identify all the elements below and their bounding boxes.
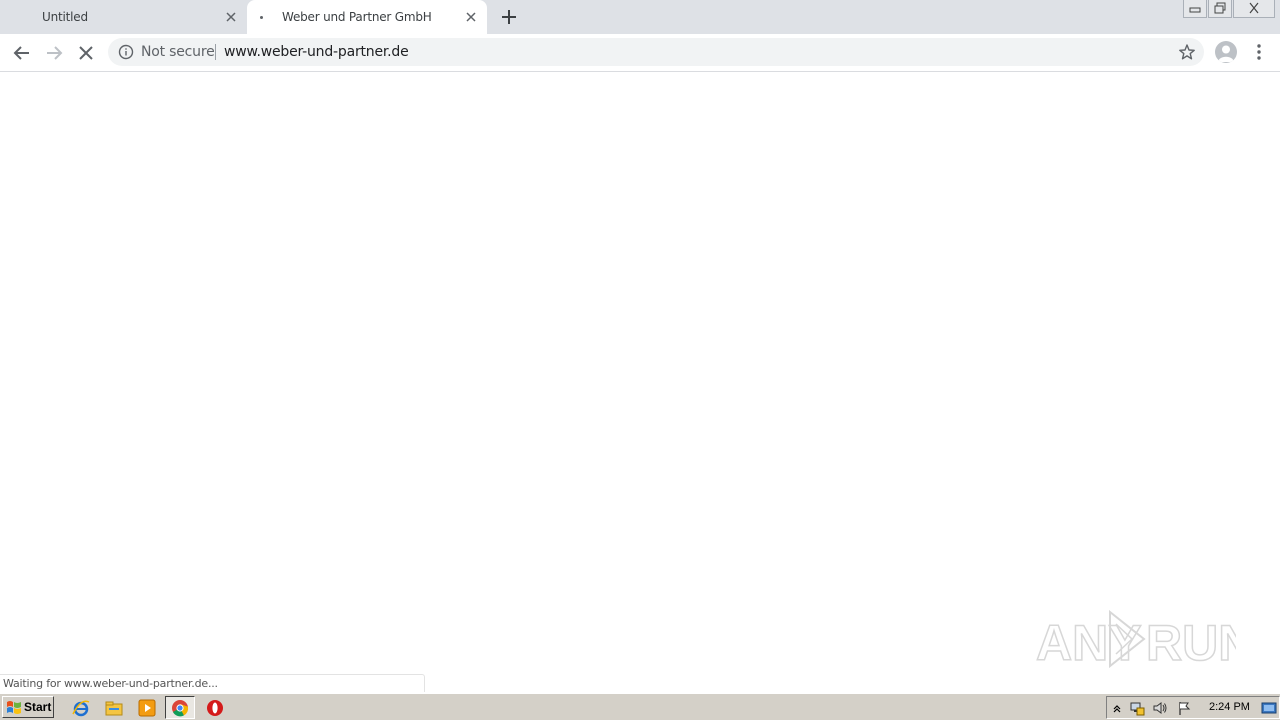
chrome-icon: [172, 700, 189, 717]
show-hidden-icons-icon[interactable]: [1109, 700, 1125, 716]
tab-close-icon[interactable]: [223, 9, 239, 25]
anyrun-watermark: ANY RUN: [1035, 606, 1255, 672]
more-vertical-icon: [1257, 44, 1261, 60]
system-tray: 2:24 PM: [1106, 696, 1280, 719]
info-icon[interactable]: [118, 44, 134, 60]
close-window-button[interactable]: [1233, 0, 1275, 18]
url-text[interactable]: www.weber-und-partner.de: [224, 44, 409, 60]
restore-button[interactable]: [1208, 0, 1232, 18]
start-button[interactable]: Start: [2, 696, 54, 718]
browser-menu-button[interactable]: [1250, 42, 1268, 62]
tab-strip: Untitled Weber und Partner GmbH: [0, 0, 1280, 34]
tab-close-icon[interactable]: [463, 9, 479, 25]
show-desktop-icon[interactable]: [1261, 700, 1277, 716]
back-button[interactable]: [10, 41, 34, 65]
browser-toolbar: Not secure www.weber-und-partner.de: [0, 34, 1280, 72]
minimize-icon: [1189, 7, 1201, 13]
security-label[interactable]: Not secure: [141, 44, 215, 60]
tab-title: Untitled: [42, 10, 88, 24]
minimize-button[interactable]: [1183, 0, 1207, 18]
plus-icon: [502, 10, 516, 24]
internet-explorer-icon[interactable]: [71, 698, 91, 718]
volume-icon[interactable]: [1152, 700, 1168, 716]
watermark-text-right: RUN: [1146, 615, 1236, 671]
address-bar[interactable]: Not secure www.weber-und-partner.de: [108, 38, 1204, 66]
page-content: [0, 72, 1280, 692]
start-label: Start: [24, 700, 52, 714]
tab-weber-und-partner[interactable]: Weber und Partner GmbH: [247, 0, 487, 34]
profile-avatar-icon[interactable]: [1215, 41, 1237, 63]
action-center-flag-icon[interactable]: [1177, 700, 1193, 716]
windows-logo-icon: [7, 701, 21, 714]
new-tab-button[interactable]: [498, 6, 520, 28]
media-player-icon[interactable]: [137, 698, 157, 718]
arrow-right-icon: [47, 46, 63, 60]
taskbar-clock[interactable]: 2:24 PM: [1209, 701, 1250, 713]
close-icon: [79, 46, 93, 60]
tab-title: Weber und Partner GmbH: [282, 10, 432, 24]
status-bubble: Waiting for www.weber-und-partner.de...: [0, 674, 425, 692]
stop-loading-button[interactable]: [74, 41, 98, 65]
tab-untitled[interactable]: Untitled: [0, 0, 247, 34]
bookmark-star-icon[interactable]: [1178, 43, 1196, 61]
windows-taskbar: Start 2:24 PM: [0, 693, 1280, 720]
divider: [215, 44, 216, 60]
arrow-left-icon: [13, 46, 29, 60]
opera-icon[interactable]: [205, 698, 225, 718]
chrome-taskbar-button[interactable]: [165, 696, 195, 719]
close-icon: [1249, 2, 1259, 14]
restore-icon: [1214, 2, 1226, 14]
forward-button[interactable]: [42, 41, 66, 65]
windows-explorer-icon[interactable]: [104, 698, 124, 718]
tab-loading-icon: [260, 16, 263, 19]
network-icon[interactable]: [1129, 700, 1145, 716]
